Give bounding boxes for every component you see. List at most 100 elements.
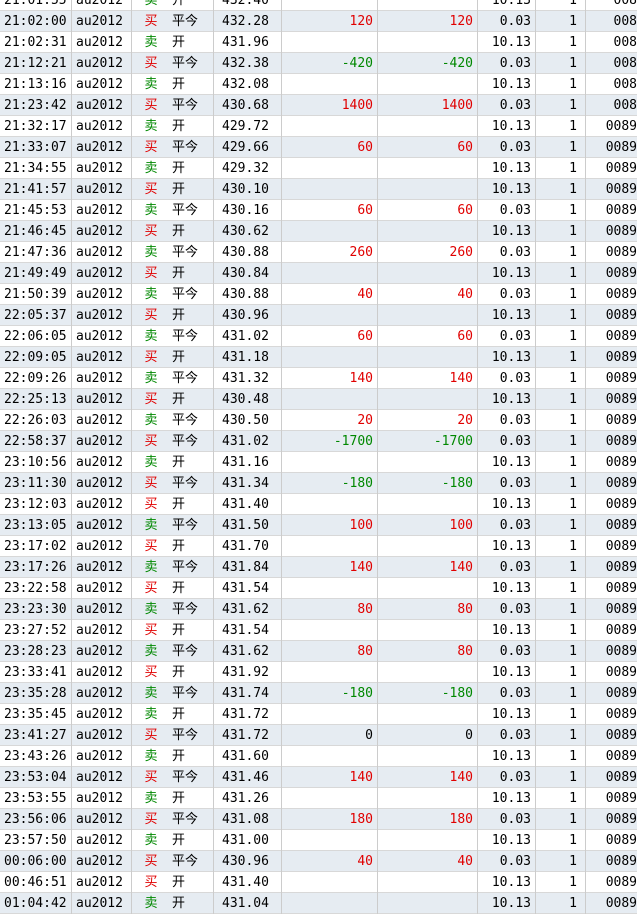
direction-cell: 卖 [144,517,158,533]
table-row[interactable]: 21:12:21 au2012 买平今 432.38 -420 -420 0.03 1 008 [0,52,637,74]
fee-cell: 10.13 [478,892,536,914]
fee-cell: 10.13 [478,220,536,242]
table-row[interactable]: 23:56:06 au2012 买平今 431.08 180 180 0.03 1 0089 [0,808,637,830]
direction-cell: 卖 [144,202,158,218]
close-pnl-mark-cell: 140 [378,766,478,788]
order-id-cell: 0089 [605,202,637,218]
table-row[interactable]: 21:47:36 au2012 卖平今 430.88 260 260 0.03 1 0089 [0,241,637,263]
close-pnl-cell [282,787,378,809]
quantity-cell: 1 [536,451,586,473]
close-pnl-mark-cell [378,829,478,851]
order-id-cell: 0089 [605,664,637,680]
table-row[interactable]: 21:49:49 au2012 买开 430.84 10.13 1 0089 [0,262,637,284]
fee-cell: 0.03 [478,367,536,389]
table-row[interactable]: 21:45:53 au2012 卖平今 430.16 60 60 0.03 1 0089 [0,199,637,221]
table-row[interactable]: 21:01:55 au2012 卖 开 432.40 10.13 1 008 [0,0,637,11]
table-row[interactable]: 00:46:51 au2012 买开 431.40 10.13 1 0089 [0,871,637,893]
close-pnl-mark-cell [378,388,478,410]
open-close-cell: 开 [170,577,214,599]
table-row[interactable]: 23:10:56 au2012 卖开 431.16 10.13 1 0089 [0,451,637,473]
table-row[interactable]: 23:17:02 au2012 买开 431.70 10.13 1 0089 [0,535,637,557]
quantity-cell: 1 [536,325,586,347]
close-pnl-cell [282,892,378,914]
table-row[interactable]: 22:58:37 au2012 买平今 431.02 -1700 -1700 0.03 1 00… [0,430,637,452]
direction-cell: 买 [144,223,158,239]
close-pnl-mark-cell [378,262,478,284]
contract-symbol-cell: au2012 [72,472,132,494]
open-close-cell: 平今 [170,724,214,746]
table-row[interactable]: 21:23:42 au2012 买平今 430.68 1400 1400 0.03 1 008 [0,94,637,116]
table-row[interactable]: 22:26:03 au2012 卖平今 430.50 20 20 0.03 1 0089 [0,409,637,431]
table-row[interactable]: 23:53:04 au2012 买平今 431.46 140 140 0.03 1 0089 [0,766,637,788]
contract-symbol-cell: au2012 [72,871,132,893]
open-close-cell: 开 [170,220,214,242]
table-row[interactable]: 23:27:52 au2012 买开 431.54 10.13 1 0089 [0,619,637,641]
contract-symbol-cell: au2012 [72,409,132,431]
table-row[interactable]: 23:33:41 au2012 买开 431.92 10.13 1 0089 [0,661,637,683]
table-row[interactable]: 21:32:17 au2012 卖开 429.72 10.13 1 0089 [0,115,637,137]
fee-cell: 10.13 [478,451,536,473]
table-row[interactable]: 23:35:45 au2012 卖开 431.72 10.13 1 0089 [0,703,637,725]
table-row[interactable]: 23:23:30 au2012 卖平今 431.62 80 80 0.03 1 0089 [0,598,637,620]
table-row[interactable]: 22:09:05 au2012 买开 431.18 10.13 1 0089 [0,346,637,368]
table-row[interactable]: 21:34:55 au2012 卖开 429.32 10.13 1 0089 [0,157,637,179]
order-id-cell: 0089 [605,790,637,806]
table-row[interactable]: 21:02:31 au2012 卖开 431.96 10.13 1 008 [0,31,637,53]
direction-cell: 买 [144,97,158,113]
table-row[interactable]: 21:46:45 au2012 买开 430.62 10.13 1 0089 [0,220,637,242]
table-row[interactable]: 23:35:28 au2012 卖平今 431.74 -180 -180 0.03 1 0089 [0,682,637,704]
table-row[interactable]: 00:06:00 au2012 买平今 430.96 40 40 0.03 1 0089 [0,850,637,872]
table-row[interactable]: 23:53:55 au2012 卖开 431.26 10.13 1 0089 [0,787,637,809]
direction-cell: 卖 [144,286,158,302]
price-cell: 431.02 [214,430,282,452]
trade-time-cell: 21:41:57 [0,178,72,200]
order-id-cell: 0089 [605,538,637,554]
table-row[interactable]: 23:11:30 au2012 买平今 431.34 -180 -180 0.03 1 0089 [0,472,637,494]
trade-time-cell: 21:47:36 [0,241,72,263]
open-close-cell: 开 [170,892,214,914]
table-row[interactable]: 23:17:26 au2012 卖平今 431.84 140 140 0.03 1 0089 [0,556,637,578]
order-id-cell: 0089 [605,307,637,323]
fee-cell: 10.13 [478,157,536,179]
table-row[interactable]: 21:33:07 au2012 买平今 429.66 60 60 0.03 1 0089 [0,136,637,158]
close-pnl-mark-cell [378,451,478,473]
open-close-cell: 平今 [170,199,214,221]
contract-symbol-cell: au2012 [72,766,132,788]
table-row[interactable]: 22:06:05 au2012 卖平今 431.02 60 60 0.03 1 0089 [0,325,637,347]
direction-cell: 买 [144,391,158,407]
table-row[interactable]: 22:09:26 au2012 卖平今 431.32 140 140 0.03 1 0089 [0,367,637,389]
open-close-cell: 开 [170,619,214,641]
table-row[interactable]: 23:41:27 au2012 买平今 431.72 0 0 0.03 1 0089 [0,724,637,746]
direction-cell: 买 [144,55,158,71]
fee-cell: 0.03 [478,409,536,431]
table-row[interactable]: 23:12:03 au2012 买开 431.40 10.13 1 0089 [0,493,637,515]
trade-time-cell: 23:17:02 [0,535,72,557]
price-cell: 430.88 [214,241,282,263]
close-pnl-cell [282,31,378,53]
trade-time-cell: 23:35:45 [0,703,72,725]
quantity-cell: 1 [536,241,586,263]
table-row[interactable]: 23:43:26 au2012 卖开 431.60 10.13 1 0089 [0,745,637,767]
table-row[interactable]: 23:57:50 au2012 卖开 431.00 10.13 1 0089 [0,829,637,851]
close-pnl-cell [282,871,378,893]
table-row[interactable]: 21:50:39 au2012 卖平今 430.88 40 40 0.03 1 0089 [0,283,637,305]
table-row[interactable]: 22:25:13 au2012 买开 430.48 10.13 1 0089 [0,388,637,410]
fee-cell: 0.03 [478,724,536,746]
table-row[interactable]: 23:13:05 au2012 卖平今 431.50 100 100 0.03 1 0089 [0,514,637,536]
table-row[interactable]: 21:41:57 au2012 买开 430.10 10.13 1 0089 [0,178,637,200]
direction-cell: 买 [144,874,158,890]
close-pnl-mark-cell: 60 [378,325,478,347]
close-pnl-cell: 60 [282,199,378,221]
table-row[interactable]: 21:02:00 au2012 买平今 432.28 120 120 0.03 1 008 [0,10,637,32]
table-row[interactable]: 22:05:37 au2012 买开 430.96 10.13 1 0089 [0,304,637,326]
close-pnl-mark-cell: 120 [378,10,478,32]
contract-symbol-cell: au2012 [72,535,132,557]
open-close-cell: 开 [170,262,214,284]
table-row[interactable]: 23:22:58 au2012 买开 431.54 10.13 1 0089 [0,577,637,599]
table-row[interactable]: 01:04:42 au2012 卖开 431.04 10.13 1 0089 [0,892,637,914]
price-cell: 430.10 [214,178,282,200]
table-row[interactable]: 23:28:23 au2012 卖平今 431.62 80 80 0.03 1 0089 [0,640,637,662]
order-id-cell: 0089 [605,769,637,785]
direction-cell: 卖 [144,706,158,722]
table-row[interactable]: 21:13:16 au2012 卖开 432.08 10.13 1 008 [0,73,637,95]
